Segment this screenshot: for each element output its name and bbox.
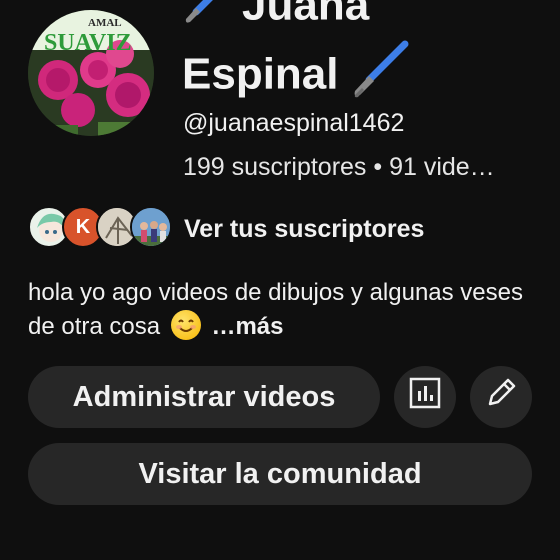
channel-name-line1: Juana (182, 0, 369, 38)
edit-channel-button[interactable] (470, 366, 532, 428)
channel-handle: @juanaespinal1462 (183, 109, 405, 137)
more-link[interactable]: …más (211, 313, 283, 340)
svg-text:SUAVIZ: SUAVIZ (44, 30, 132, 56)
visit-community-label: Visitar la comunidad (138, 457, 422, 490)
analytics-icon (409, 377, 441, 417)
channel-stats[interactable]: 199 suscriptores • 91 vide… (183, 150, 523, 184)
channel-description[interactable]: hola yo ago videos de dibujos y algunas … (28, 276, 548, 344)
analytics-button[interactable] (394, 366, 456, 428)
subscriber-avatar (130, 206, 172, 248)
view-subscribers-row[interactable]: K Ver tus suscriptores (28, 204, 548, 252)
channel-name-text: Espinal (182, 49, 339, 99)
channel-name-text: Juana (242, 0, 370, 30)
svg-text:AMAL: AMAL (88, 17, 122, 29)
pencil-icon (484, 376, 518, 418)
channel-name-line2: Espinal (182, 40, 411, 114)
smiling-face-emoji-icon (170, 310, 201, 340)
view-subscribers-link[interactable]: Ver tus suscriptores (184, 213, 424, 245)
paintbrush-icon (182, 0, 230, 38)
manage-videos-button[interactable]: Administrar videos (28, 366, 380, 428)
manage-videos-label: Administrar videos (72, 380, 336, 413)
visit-community-button[interactable]: Visitar la comunidad (28, 443, 532, 505)
roses-image: AMAL SUAVIZ (28, 10, 154, 136)
paintbrush-icon (349, 40, 411, 114)
channel-avatar[interactable]: AMAL SUAVIZ (28, 10, 154, 136)
